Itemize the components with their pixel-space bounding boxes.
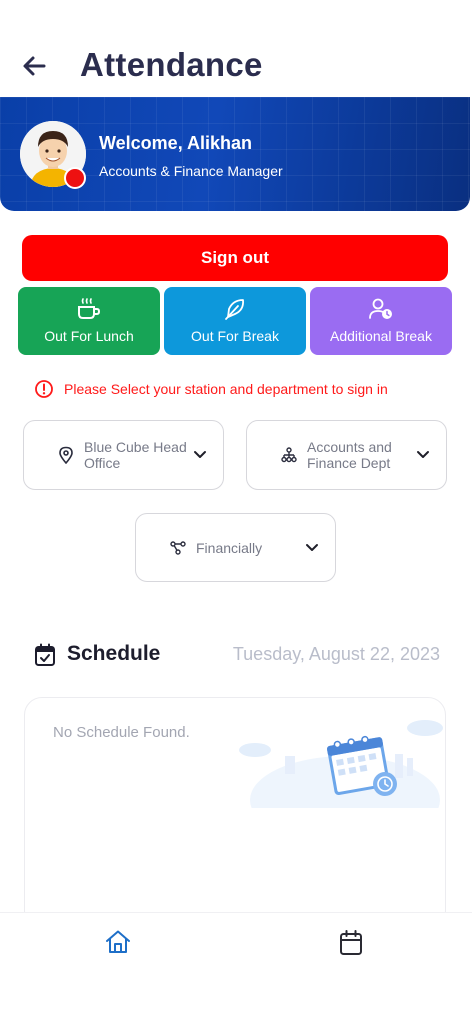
bottom-navigation <box>0 912 472 1025</box>
info-circle-icon <box>35 380 53 398</box>
warning-text: Please Select your station and departmen… <box>64 381 388 397</box>
status-indicator <box>64 167 86 189</box>
calendar-check-icon <box>35 643 55 666</box>
app-header: Attendance <box>0 36 472 96</box>
chevron-down-icon <box>306 543 318 551</box>
category-select[interactable]: Financially <box>135 513 336 582</box>
user-clock-icon <box>369 298 392 319</box>
nav-home-button[interactable] <box>104 929 132 960</box>
arrow-left-icon <box>23 56 46 76</box>
department-select-value: Accounts and Finance Dept <box>307 439 392 471</box>
out-for-break-button[interactable]: Out For Break <box>164 287 306 355</box>
station-select-value: Blue Cube Head Office <box>84 439 187 471</box>
schedule-card: No Schedule Found. <box>24 697 446 929</box>
out-for-lunch-button[interactable]: Out For Lunch <box>18 287 160 355</box>
additional-break-label: Additional Break <box>330 328 432 344</box>
welcome-text: Welcome, Alikhan <box>99 133 253 153</box>
back-button[interactable] <box>18 52 50 80</box>
branch-icon <box>170 540 186 555</box>
chevron-down-icon <box>194 451 206 458</box>
schedule-header: Schedule Tuesday, August 22, 2023 <box>34 640 444 670</box>
hierarchy-icon <box>281 447 297 463</box>
coffee-cup-icon <box>78 298 101 319</box>
welcome-banner: Welcome, Alikhan Accounts & Finance Mana… <box>0 97 470 211</box>
home-icon <box>106 930 130 953</box>
location-pin-icon <box>59 446 73 464</box>
department-select[interactable]: Accounts and Finance Dept <box>246 420 447 490</box>
empty-calendar-illustration <box>239 720 443 808</box>
out-for-lunch-label: Out For Lunch <box>44 328 134 344</box>
calendar-icon <box>340 930 362 955</box>
chevron-down-icon <box>417 451 429 458</box>
feather-icon <box>225 299 244 320</box>
category-select-value: Financially <box>196 539 263 556</box>
schedule-date: Tuesday, August 22, 2023 <box>232 644 440 664</box>
out-for-break-label: Out For Break <box>191 328 279 344</box>
additional-break-button[interactable]: Additional Break <box>310 287 452 355</box>
station-select[interactable]: Blue Cube Head Office <box>23 420 224 490</box>
sign-out-button[interactable]: Sign out <box>22 235 448 281</box>
sign-in-warning: Please Select your station and departmen… <box>34 378 388 400</box>
page-title: Attendance <box>80 46 263 83</box>
schedule-title: Schedule <box>67 642 161 665</box>
nav-calendar-button[interactable] <box>338 929 364 962</box>
role-text: Accounts & Finance Manager <box>99 163 283 179</box>
empty-schedule-message: No Schedule Found. <box>53 724 190 741</box>
